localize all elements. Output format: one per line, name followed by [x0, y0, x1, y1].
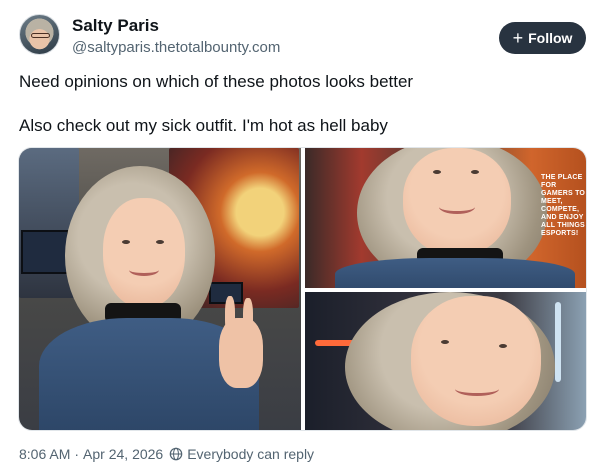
smile: [455, 382, 499, 396]
poster-text: THE PLACE FOR GAMERS TO MEET, COMPETE, A…: [541, 174, 586, 237]
media-grid: THE PLACE FOR GAMERS TO MEET, COMPETE, A…: [18, 147, 587, 431]
finger: [243, 298, 253, 336]
post-text-line: Need opinions on which of these photos l…: [19, 72, 414, 91]
eye: [156, 240, 164, 244]
post-text-line: Also check out my sick outfit. I'm hot a…: [19, 116, 388, 135]
follow-label: Follow: [528, 30, 573, 46]
meta-separator: ·: [74, 446, 80, 462]
monitor-left: [21, 230, 69, 274]
photo-3[interactable]: [305, 292, 586, 430]
display-name[interactable]: Salty Paris: [72, 16, 159, 36]
neon-light: [555, 302, 561, 382]
globe-icon: [169, 447, 183, 461]
eye: [433, 170, 441, 174]
eye: [441, 340, 449, 344]
reply-setting: Everybody can reply: [187, 446, 315, 462]
glasses-detail: [31, 33, 50, 38]
post-time[interactable]: 8:06 AM: [19, 446, 70, 462]
eye: [499, 344, 507, 348]
avatar[interactable]: [19, 14, 60, 55]
photo-2[interactable]: THE PLACE FOR GAMERS TO MEET, COMPETE, A…: [305, 148, 586, 288]
smile: [439, 200, 475, 214]
post-card: Salty Paris @saltyparis.thetotalbounty.c…: [0, 0, 601, 474]
eye: [122, 240, 130, 244]
face: [103, 198, 185, 308]
finger: [225, 296, 235, 336]
face: [411, 296, 541, 426]
denim-jacket: [335, 258, 575, 288]
handle[interactable]: @saltyparis.thetotalbounty.com: [72, 39, 280, 56]
face: [403, 148, 511, 256]
follow-button[interactable]: + Follow: [499, 22, 586, 54]
smile: [129, 264, 159, 276]
post-meta: 8:06 AM · Apr 24, 2026 Everybody can rep…: [19, 446, 314, 462]
eye: [471, 170, 479, 174]
photo-1[interactable]: [19, 148, 301, 430]
plus-icon: +: [512, 28, 524, 48]
post-date[interactable]: Apr 24, 2026: [83, 446, 163, 462]
